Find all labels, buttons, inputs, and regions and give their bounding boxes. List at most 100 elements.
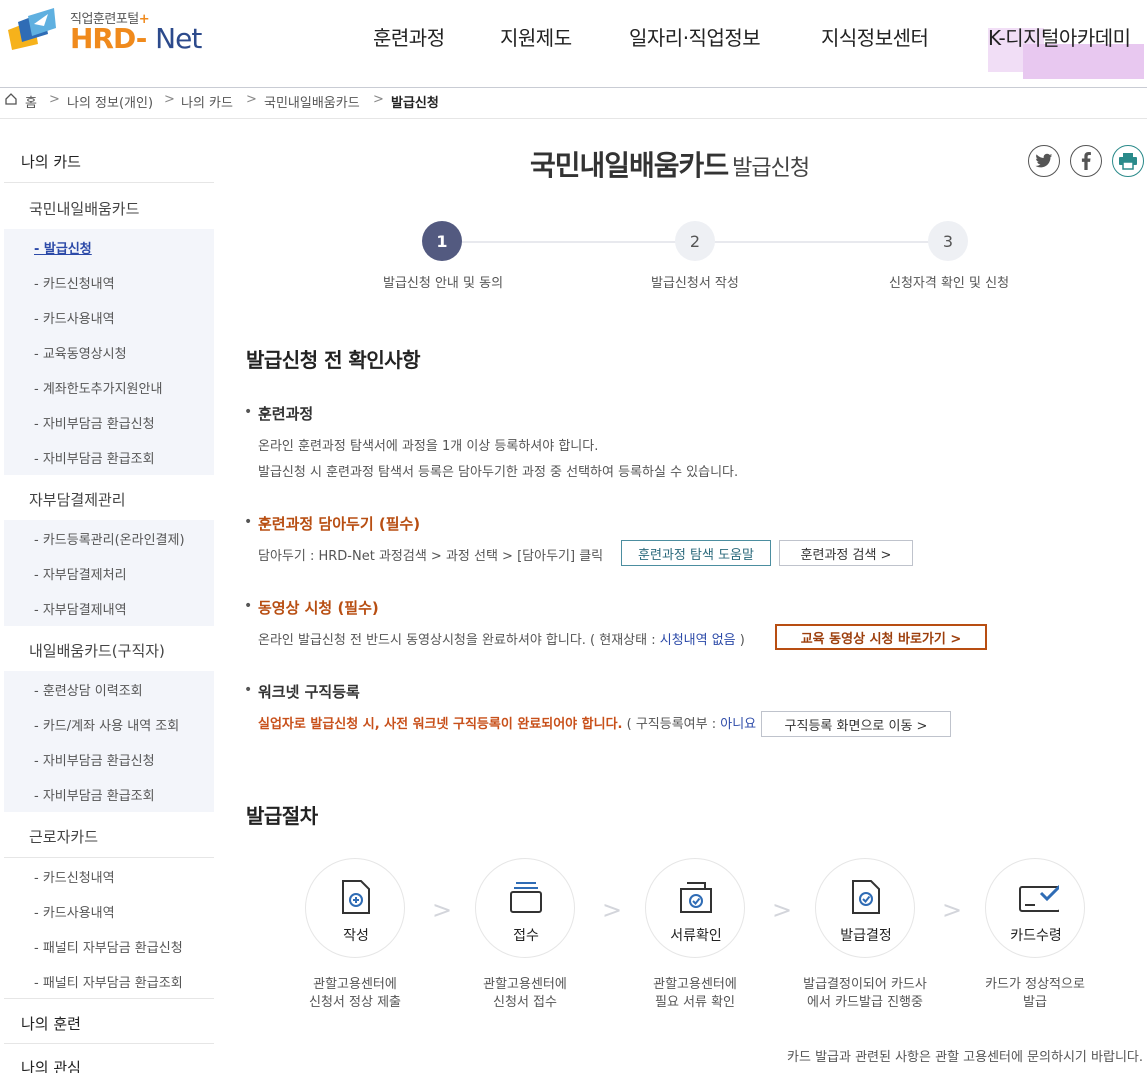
process-step-decision: 발급결정 xyxy=(815,858,915,958)
checklist-title: 발급신청 전 확인사항 xyxy=(246,348,421,372)
process-step-card-receipt: 카드수령 xyxy=(985,858,1085,958)
sidebar-item-worker-requests[interactable]: - 카드신청내역 xyxy=(34,867,115,886)
page-title: 국민내일배움카드 발급신청 xyxy=(530,149,810,182)
process-step-desc: 발급결정이되어 카드사 에서 카드발급 진행중 xyxy=(803,977,927,1010)
document-check-icon xyxy=(852,880,880,914)
nav-jobs-info[interactable]: 일자리·직업정보 xyxy=(629,22,761,51)
document-add-icon xyxy=(342,880,370,914)
nav-training-courses[interactable]: 훈련과정 xyxy=(373,22,445,51)
process-step-label: 카드수령 xyxy=(1010,928,1062,944)
course-search-help-button[interactable]: 훈련과정 탐색 도움말 xyxy=(621,540,771,566)
sidebar-item-apply[interactable]: - 발급신청 xyxy=(34,238,92,257)
sidebar-group-worker-card[interactable]: 근로자카드 xyxy=(29,826,98,847)
save-course-desc: 담아두기 : HRD-Net 과정검색 > 과정 선택 > [담아두기] 클릭 xyxy=(258,549,604,564)
divider xyxy=(4,182,214,183)
chevron-right-icon: > xyxy=(49,92,60,107)
video-desc: 온라인 발급신청 전 반드시 동영상시청을 완료하셔야 합니다. ( 현재상태 … xyxy=(258,633,745,648)
process-step-desc: 관할고용센터에 필요 서류 확인 xyxy=(653,977,737,1010)
process-step-label: 발급결정 xyxy=(840,928,892,944)
printer-icon xyxy=(1119,153,1137,170)
breadcrumb-my-info[interactable]: 나의 정보(개인) xyxy=(67,92,153,111)
sidebar-item-penalty-refund-check[interactable]: - 패널티 자부담금 환급조회 xyxy=(34,972,183,991)
course-desc-1: 온라인 훈련과정 탐색서에 과정을 1개 이상 등록하셔야 합니다. xyxy=(258,439,599,454)
sidebar-item-refund-apply-2[interactable]: - 자비부담금 환급신청 xyxy=(34,750,155,769)
step-2-label: 발급신청서 작성 xyxy=(651,276,739,291)
chevron-right-icon: > xyxy=(602,896,623,924)
process-step-desc: 카드가 정상적으로 발급 xyxy=(985,977,1085,1010)
sidebar-item-edu-video[interactable]: - 교육동영상시청 xyxy=(34,343,127,362)
job-register-button[interactable]: 구직등록 화면으로 이동 > xyxy=(761,711,951,737)
sidebar-item-worker-usage[interactable]: - 카드사용내역 xyxy=(34,902,115,921)
sidebar-title[interactable]: 나의 카드 xyxy=(21,151,81,172)
process-step-desc: 관할고용센터에 신청서 정상 제출 xyxy=(309,977,401,1010)
breadcrumb-my-card[interactable]: 나의 카드 xyxy=(181,92,233,111)
breadcrumb: 홈 > 나의 정보(개인) > 나의 카드 > 국민내일배움카드 > 발급신청 xyxy=(0,89,1147,119)
worknet-status: 아니요 xyxy=(720,717,757,732)
facebook-icon xyxy=(1081,152,1091,170)
chevron-right-icon: > xyxy=(246,92,257,107)
step-1-label: 발급신청 안내 및 동의 xyxy=(383,276,504,291)
bullet: • xyxy=(244,682,253,698)
home-icon[interactable] xyxy=(4,92,18,106)
breadcrumb-card[interactable]: 국민내일배움카드 xyxy=(264,92,360,111)
sidebar-item-card-usage[interactable]: - 카드사용내역 xyxy=(34,308,115,327)
sidebar-item-payment-history[interactable]: - 자부담결제내역 xyxy=(34,599,127,618)
worknet-desc: 실업자로 발급신청 시, 사전 워크넷 구직등록이 완료되어야 합니다. ( 구… xyxy=(258,717,765,732)
print-button[interactable] xyxy=(1112,145,1144,177)
page-subtitle: 발급신청 xyxy=(732,156,810,181)
course-desc-2: 발급신청 시 훈련과정 탐색서 등록은 담아두기한 과정 중 선택하여 등록하실… xyxy=(258,465,739,480)
sidebar-group-jobseeker-card[interactable]: 내일배움카드(구직자) xyxy=(29,640,165,661)
footer-note: 카드 발급과 관련된 사항은 관할 고용센터에 문의하시기 바랍니다. xyxy=(787,1050,1143,1065)
divider xyxy=(4,857,214,858)
sidebar-item-penalty-refund-apply[interactable]: - 패널티 자부담금 환급신청 xyxy=(34,937,183,956)
process-step-receive: 접수 xyxy=(475,858,575,958)
process-title: 발급절차 xyxy=(246,804,318,828)
chevron-right-icon: > xyxy=(942,896,963,924)
credit-card-icon xyxy=(1019,884,1059,912)
bullet: • xyxy=(244,404,253,420)
video-title: 동영상 시청 (필수) xyxy=(258,599,379,617)
course-search-button[interactable]: 훈련과정 검색 > xyxy=(779,540,913,566)
sidebar-item-consult-history[interactable]: - 훈련상담 이력조회 xyxy=(34,680,143,699)
sidebar-item-refund-check-2[interactable]: - 자비부담금 환급조회 xyxy=(34,785,155,804)
sidebar-item-card-register[interactable]: - 카드등록관리(온라인결제) xyxy=(34,529,185,548)
process-step-desc: 관할고용센터에 신청서 접수 xyxy=(483,977,567,1010)
save-course-title: 훈련과정 담아두기 (필수) xyxy=(258,515,421,533)
nav-k-digital-academy[interactable]: K-디지털아카데미 xyxy=(988,22,1131,51)
chevron-right-icon: > xyxy=(164,92,175,107)
divider xyxy=(4,1043,214,1044)
sidebar-group-self-payment[interactable]: 자부담결제관리 xyxy=(29,489,126,510)
step-2-circle: 2 xyxy=(675,221,715,261)
process-step-write: 작성 xyxy=(305,858,405,958)
sidebar-item-usage-history[interactable]: - 카드/계좌 사용 내역 조회 xyxy=(34,715,179,734)
twitter-share-button[interactable] xyxy=(1028,145,1060,177)
facebook-share-button[interactable] xyxy=(1070,145,1102,177)
nav-support-system[interactable]: 지원제도 xyxy=(500,22,572,51)
bullet: • xyxy=(244,514,253,530)
sidebar-item-refund-check[interactable]: - 자비부담금 환급조회 xyxy=(34,448,155,467)
course-title: 훈련과정 xyxy=(258,405,314,423)
sidebar-group-national-card[interactable]: 국민내일배움카드 xyxy=(29,198,139,219)
sidebar-item-payment-process[interactable]: - 자부담결제처리 xyxy=(34,564,127,583)
sidebar-item-card-requests[interactable]: - 카드신청내역 xyxy=(34,273,115,292)
sidebar-my-interest[interactable]: 나의 관심 xyxy=(21,1057,81,1073)
breadcrumb-home[interactable]: 홈 xyxy=(25,92,37,111)
video-status: 시청내역 없음 xyxy=(659,633,736,648)
chevron-right-icon: > xyxy=(772,896,793,924)
step-1-circle: 1 xyxy=(422,221,462,261)
breadcrumb-current: 발급신청 xyxy=(391,96,439,111)
process-step-label: 접수 xyxy=(513,928,539,944)
step-3-label: 신청자격 확인 및 신청 xyxy=(889,276,1010,291)
process-step-label: 작성 xyxy=(343,928,369,944)
chevron-right-icon: > xyxy=(373,92,384,107)
chevron-right-icon: > xyxy=(432,896,453,924)
nav-knowledge-center[interactable]: 지식정보센터 xyxy=(821,22,929,51)
global-nav: 훈련과정 지원제도 일자리·직업정보 지식정보센터 K-디지털아카데미 xyxy=(0,22,1147,79)
sidebar-my-training[interactable]: 나의 훈련 xyxy=(21,1013,81,1034)
sidebar-item-limit-support[interactable]: - 계좌한도추가지원안내 xyxy=(34,378,162,397)
sidebar-item-refund-apply[interactable]: - 자비부담금 환급신청 xyxy=(34,413,155,432)
site-header: 직업훈련포털+ HRD- Net 훈련과정 지원제도 일자리·직업정보 지식정보… xyxy=(0,0,1147,88)
edu-video-button[interactable]: 교육 동영상 시청 바로가기 > xyxy=(775,624,987,650)
bullet: • xyxy=(244,598,253,614)
process-step-document-check: 서류확인 xyxy=(645,858,745,958)
